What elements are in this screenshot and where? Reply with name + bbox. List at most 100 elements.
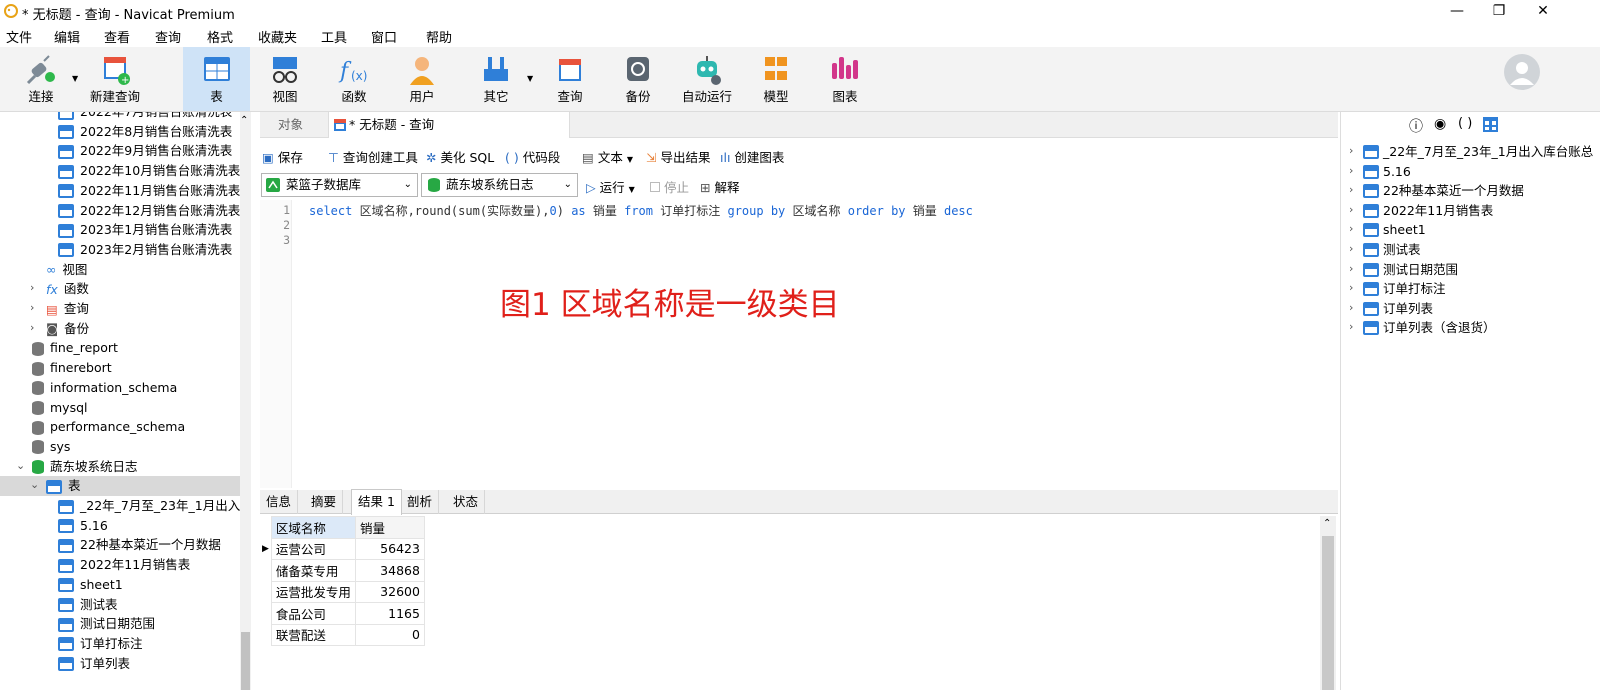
chevron-down-icon[interactable]: ⌄ <box>16 459 25 472</box>
column-header[interactable]: 区域名称 <box>270 516 356 539</box>
right-panel-item[interactable]: _22年_7月至_23年_1月出入库台账总 <box>1383 142 1593 162</box>
result-grid[interactable]: 区域名称 销量 ▶ 运营公司 56423 储备菜专用 34868 运营批发专用 32600 食… <box>260 516 1338 690</box>
menu-file[interactable]: 文件 <box>6 27 32 46</box>
connection-select[interactable]: 菜篮子数据库 ⌄ <box>261 173 418 197</box>
tree-item[interactable]: 测试表 <box>58 595 118 615</box>
beautify-sql-button[interactable]: ✲ 美化 SQL <box>426 147 494 166</box>
close-button[interactable]: ✕ <box>1520 0 1566 23</box>
user-button[interactable]: 用户 <box>393 47 451 111</box>
table-cell[interactable]: 联营配送 <box>270 623 356 646</box>
auto-run-button[interactable]: 自动运行 <box>678 47 736 111</box>
chevron-right-icon[interactable]: › <box>1349 262 1353 275</box>
tab-info[interactable]: 信息 <box>260 490 299 514</box>
braces-icon[interactable]: ( ) <box>1458 116 1472 131</box>
tree-item[interactable]: 订单列表 <box>58 654 130 674</box>
tree-item[interactable]: 2022年11月销售表 <box>58 555 190 575</box>
connect-button[interactable]: 连接 <box>12 47 70 111</box>
grid-scroll-up-icon[interactable]: ⌃ <box>1323 518 1331 529</box>
chevron-right-icon[interactable]: › <box>1349 320 1353 333</box>
query-button[interactable]: 查询 <box>541 47 599 111</box>
chart-button[interactable]: 图表 <box>816 47 874 111</box>
menu-view[interactable]: 查看 <box>104 27 130 46</box>
tree-scrollbar-thumb[interactable] <box>241 632 250 690</box>
tree-item[interactable]: 2022年11月销售台账清洗表 <box>58 181 240 201</box>
export-results-button[interactable]: ⇲ 导出结果 <box>646 147 711 166</box>
right-panel-item[interactable]: 测试表 <box>1383 240 1421 260</box>
table-cell[interactable]: 34868 <box>354 559 425 582</box>
chevron-down-icon[interactable]: ⌄ <box>30 478 39 491</box>
right-panel-item[interactable]: 订单打标注 <box>1383 279 1446 299</box>
tree-item[interactable]: 2022年7月销售台账清洗表 <box>58 112 232 122</box>
tree-item[interactable]: ▤ 查询 <box>46 299 89 319</box>
info-icon[interactable]: ⓘ <box>1409 116 1423 136</box>
chevron-right-icon[interactable]: › <box>30 301 34 314</box>
explain-button[interactable]: ⊞ 解释 <box>700 177 740 196</box>
tab-profile[interactable]: 剖析 <box>401 490 440 514</box>
tab-query[interactable]: * 无标题 - 查询 <box>328 112 570 138</box>
other-dropdown-icon[interactable]: ▼ <box>527 74 533 83</box>
chevron-right-icon[interactable]: › <box>30 281 34 294</box>
text-button[interactable]: ▤ 文本 ▼ <box>582 147 633 166</box>
snippet-button[interactable]: ( ) 代码段 <box>505 147 560 166</box>
tree-item[interactable]: 订单打标注 <box>58 634 143 654</box>
tree-item[interactable]: 2023年1月销售台账清洗表 <box>58 220 232 240</box>
tree-item[interactable]: information_schema <box>32 378 177 398</box>
tree-item[interactable]: 2023年2月销售台账清洗表 <box>58 240 232 260</box>
model-button[interactable]: 模型 <box>747 47 805 111</box>
tree-item[interactable]: 2022年10月销售台账清洗表 <box>58 161 240 181</box>
maximize-button[interactable]: ❐ <box>1476 0 1522 23</box>
right-panel-item[interactable]: 5.16 <box>1383 162 1411 182</box>
sql-code-line[interactable]: select 区域名称,round(sum(实际数量),0) as 销量 fro… <box>309 202 973 219</box>
table-row[interactable]: 储备菜专用 34868 <box>260 559 425 582</box>
chevron-right-icon[interactable]: › <box>1349 301 1353 314</box>
create-chart-button[interactable]: ılı 创建图表 <box>720 147 784 166</box>
tree-item[interactable]: ∞ 视图 <box>46 260 87 280</box>
tree-item[interactable]: fine_report <box>32 338 118 358</box>
chevron-right-icon[interactable]: › <box>1349 183 1353 196</box>
tree-item[interactable]: 22种基本菜近一个月数据 <box>58 535 221 555</box>
right-panel-item[interactable]: 2022年11月销售表 <box>1383 201 1493 221</box>
backup-button[interactable]: 备份 <box>609 47 667 111</box>
chevron-right-icon[interactable]: › <box>1349 164 1353 177</box>
table-cell[interactable]: 1165 <box>354 602 425 625</box>
tree-scrollbar[interactable] <box>240 112 251 690</box>
tab-status[interactable]: 状态 <box>447 490 486 514</box>
tree-item[interactable]: mysql <box>32 398 88 418</box>
chevron-right-icon[interactable]: › <box>1349 222 1353 235</box>
chevron-right-icon[interactable]: › <box>1349 242 1353 255</box>
chevron-right-icon[interactable]: › <box>1349 144 1353 157</box>
menu-query[interactable]: 查询 <box>155 27 181 46</box>
tree-item[interactable]: 2022年9月销售台账清洗表 <box>58 141 232 161</box>
tree-item[interactable]: 表 <box>46 476 81 496</box>
tree-item[interactable]: 测试日期范围 <box>58 614 155 634</box>
table-cell[interactable]: 56423 <box>354 537 425 560</box>
table-row[interactable]: ▶ 运营公司 56423 <box>260 537 425 560</box>
right-panel-item[interactable]: 订单列表（含退货） <box>1383 318 1496 338</box>
tab-result-1[interactable]: 结果 1 <box>351 489 402 515</box>
tree-item[interactable]: finerebort <box>32 358 112 378</box>
menu-edit[interactable]: 编辑 <box>54 27 80 46</box>
eye-icon[interactable]: ◉ <box>1434 116 1446 132</box>
new-query-button[interactable]: + 新建查询 <box>86 47 144 111</box>
grid-view-icon[interactable] <box>1483 117 1498 132</box>
database-select[interactable]: 蔬东坡系统日志 ⌄ <box>421 173 578 197</box>
tree-item[interactable]: 2022年12月销售台账清洗表 <box>58 201 240 221</box>
menu-favorites[interactable]: 收藏夹 <box>258 27 297 46</box>
minimize-button[interactable]: — <box>1434 0 1480 23</box>
query-builder-button[interactable]: ⊤ 查询创建工具 <box>328 147 418 166</box>
tree-item[interactable]: _22年_7月至_23年_1月出入库台 <box>58 496 251 516</box>
right-panel-item[interactable]: 测试日期范围 <box>1383 260 1458 280</box>
grid-scrollbar-thumb[interactable] <box>1322 536 1334 690</box>
other-button[interactable]: 其它 <box>467 47 525 111</box>
table-cell[interactable]: 运营公司 <box>270 537 356 560</box>
tree-item[interactable]: performance_schema <box>32 417 185 437</box>
view-button[interactable]: 视图 <box>256 47 314 111</box>
chevron-right-icon[interactable]: › <box>1349 203 1353 216</box>
tree-item[interactable]: ◙ 备份 <box>46 319 89 339</box>
table-cell[interactable]: 储备菜专用 <box>270 559 356 582</box>
avatar[interactable] <box>1503 53 1541 91</box>
run-button[interactable]: ▷ 运行 ▼ <box>586 177 635 196</box>
tree-item[interactable]: sys <box>32 437 70 457</box>
tree-item[interactable]: 2022年8月销售台账清洗表 <box>58 122 232 142</box>
column-header[interactable]: 销量 <box>354 516 425 539</box>
